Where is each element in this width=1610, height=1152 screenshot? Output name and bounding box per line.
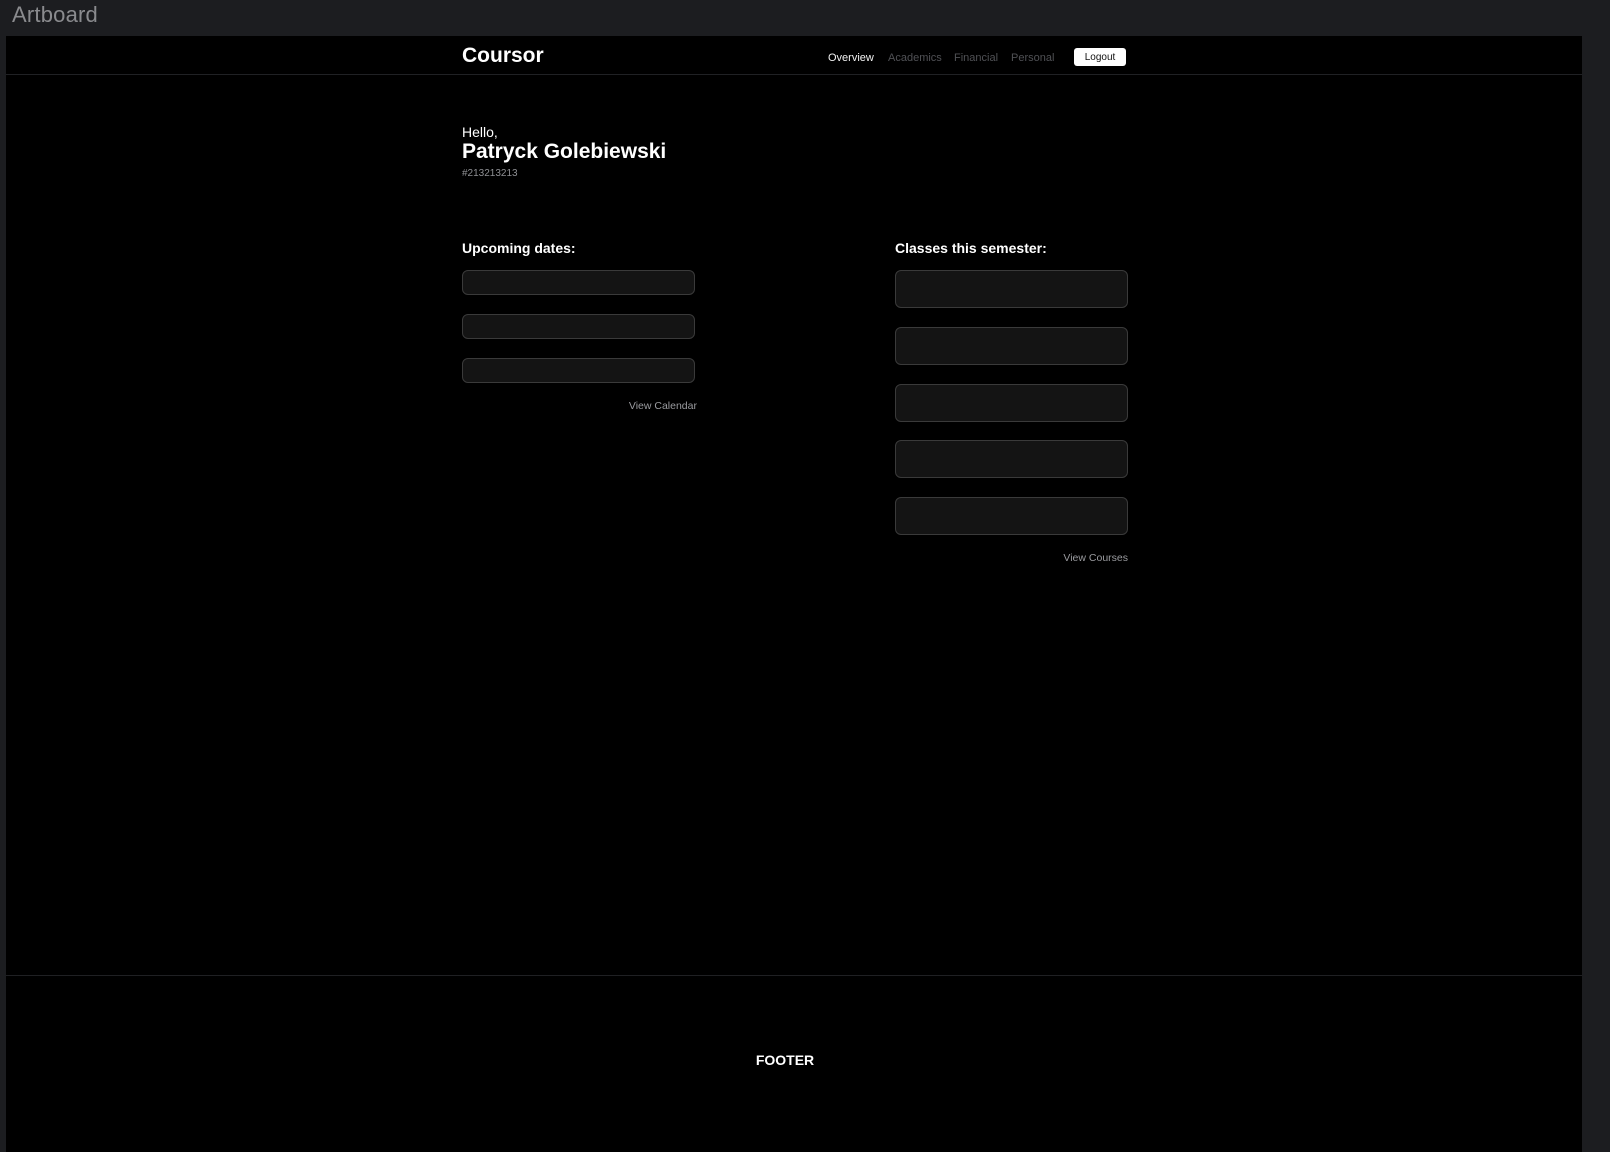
upcoming-dates-title: Upcoming dates: — [462, 240, 576, 256]
greeting-hello: Hello, — [462, 124, 498, 140]
user-name: Patryck Golebiewski — [462, 140, 667, 163]
nav-item-financial[interactable]: Financial — [954, 52, 998, 64]
date-card[interactable] — [462, 358, 695, 383]
footer-label: FOOTER — [755, 1052, 815, 1068]
brand-logo[interactable]: Coursor — [462, 44, 544, 68]
nav-item-academics[interactable]: Academics — [888, 52, 942, 64]
footer: FOOTER — [6, 975, 1582, 1152]
top-navigation-bar: Coursor Overview Academics Financial Per… — [6, 36, 1582, 75]
design-canvas: Artboard Coursor Overview Academics Fina… — [0, 0, 1610, 1152]
artboard-label: Artboard — [12, 2, 98, 27]
nav-item-overview[interactable]: Overview — [828, 52, 874, 64]
class-card[interactable] — [895, 384, 1128, 422]
class-card[interactable] — [895, 270, 1128, 308]
date-card[interactable] — [462, 270, 695, 295]
view-courses-link[interactable]: View Courses — [986, 552, 1128, 564]
date-card[interactable] — [462, 314, 695, 339]
user-id: #213213213 — [462, 168, 518, 179]
view-calendar-link[interactable]: View Calendar — [566, 400, 697, 412]
nav-item-personal[interactable]: Personal — [1011, 52, 1054, 64]
classes-title: Classes this semester: — [895, 240, 1047, 256]
logout-button[interactable]: Logout — [1074, 48, 1126, 66]
artboard: Coursor Overview Academics Financial Per… — [6, 36, 1582, 1152]
class-card[interactable] — [895, 497, 1128, 535]
class-card[interactable] — [895, 327, 1128, 365]
class-card[interactable] — [895, 440, 1128, 478]
